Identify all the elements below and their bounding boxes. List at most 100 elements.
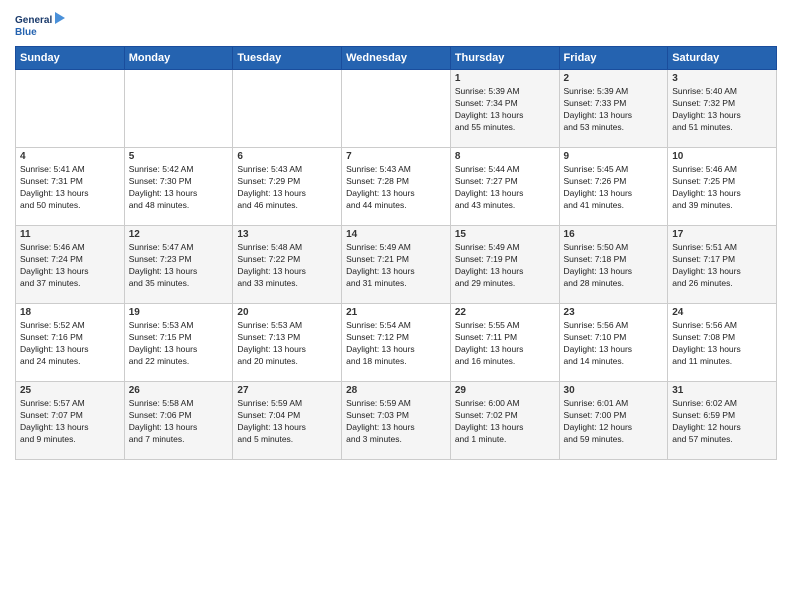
calendar-cell [124,70,233,148]
calendar-cell: 14 Sunrise: 5:49 AM Sunset: 7:21 PM Dayli… [342,226,451,304]
day-number: 18 [20,307,120,318]
day-number: 14 [346,229,446,240]
day-header-wednesday: Wednesday [342,47,451,70]
svg-text:General: General [15,15,52,26]
day-number: 16 [564,229,664,240]
cell-info: Sunrise: 5:49 AM Sunset: 7:19 PM Dayligh… [455,242,555,290]
calendar-cell: 20 Sunrise: 5:53 AM Sunset: 7:13 PM Dayli… [233,304,342,382]
calendar-cell: 5 Sunrise: 5:42 AM Sunset: 7:30 PM Daylig… [124,148,233,226]
calendar-cell: 16Sunrise: 5:50 AM Sunset: 7:18 PM Dayli… [559,226,668,304]
cell-info: Sunrise: 6:01 AM Sunset: 7:00 PM Dayligh… [564,398,664,446]
day-number: 13 [237,229,337,240]
calendar-cell [16,70,125,148]
calendar-container: General Blue SundayMondayTuesdayWednesda… [0,0,792,465]
day-number: 31 [672,385,772,396]
calendar-cell: 8Sunrise: 5:44 AM Sunset: 7:27 PM Daylig… [450,148,559,226]
day-header-friday: Friday [559,47,668,70]
calendar-cell: 9 Sunrise: 5:45 AM Sunset: 7:26 PM Daylig… [559,148,668,226]
cell-info: Sunrise: 5:42 AM Sunset: 7:30 PM Dayligh… [129,164,229,212]
week-row-5: 25 Sunrise: 5:57 AM Sunset: 7:07 PM Dayli… [16,382,777,460]
calendar-cell: 3Sunrise: 5:40 AM Sunset: 7:32 PM Daylig… [668,70,777,148]
calendar-cell: 23Sunrise: 5:56 AM Sunset: 7:10 PM Dayli… [559,304,668,382]
day-number: 10 [672,151,772,162]
day-number: 15 [455,229,555,240]
cell-info: Sunrise: 5:39 AM Sunset: 7:33 PM Dayligh… [564,86,664,134]
cell-info: Sunrise: 5:41 AM Sunset: 7:31 PM Dayligh… [20,164,120,212]
calendar-cell: 12 Sunrise: 5:47 AM Sunset: 7:23 PM Dayli… [124,226,233,304]
calendar-cell: 31Sunrise: 6:02 AM Sunset: 6:59 PM Dayli… [668,382,777,460]
calendar-cell: 18 Sunrise: 5:52 AM Sunset: 7:16 PM Dayli… [16,304,125,382]
calendar-body: 1Sunrise: 5:39 AM Sunset: 7:34 PM Daylig… [16,70,777,460]
cell-info: Sunrise: 5:57 AM Sunset: 7:07 PM Dayligh… [20,398,120,446]
svg-text:Blue: Blue [15,27,37,38]
day-number: 29 [455,385,555,396]
day-number: 20 [237,307,337,318]
calendar-cell [233,70,342,148]
cell-info: Sunrise: 5:46 AM Sunset: 7:25 PM Dayligh… [672,164,772,212]
calendar-cell: 13 Sunrise: 5:48 AM Sunset: 7:22 PM Dayli… [233,226,342,304]
day-number: 26 [129,385,229,396]
day-header-tuesday: Tuesday [233,47,342,70]
week-row-2: 4 Sunrise: 5:41 AM Sunset: 7:31 PM Daylig… [16,148,777,226]
day-header-sunday: Sunday [16,47,125,70]
cell-info: Sunrise: 5:39 AM Sunset: 7:34 PM Dayligh… [455,86,555,134]
day-number: 19 [129,307,229,318]
cell-info: Sunrise: 5:47 AM Sunset: 7:23 PM Dayligh… [129,242,229,290]
day-number: 4 [20,151,120,162]
day-number: 2 [564,73,664,84]
calendar-cell [342,70,451,148]
calendar-cell: 1Sunrise: 5:39 AM Sunset: 7:34 PM Daylig… [450,70,559,148]
day-number: 11 [20,229,120,240]
day-number: 21 [346,307,446,318]
calendar-cell: 11Sunrise: 5:46 AM Sunset: 7:24 PM Dayli… [16,226,125,304]
day-number: 9 [564,151,664,162]
week-row-1: 1Sunrise: 5:39 AM Sunset: 7:34 PM Daylig… [16,70,777,148]
calendar-cell: 15 Sunrise: 5:49 AM Sunset: 7:19 PM Dayli… [450,226,559,304]
calendar-cell: 30 Sunrise: 6:01 AM Sunset: 7:00 PM Dayli… [559,382,668,460]
calendar-cell: 10 Sunrise: 5:46 AM Sunset: 7:25 PM Dayli… [668,148,777,226]
calendar-cell: 21 Sunrise: 5:54 AM Sunset: 7:12 PM Dayli… [342,304,451,382]
calendar-cell: 6 Sunrise: 5:43 AM Sunset: 7:29 PM Daylig… [233,148,342,226]
cell-info: Sunrise: 5:48 AM Sunset: 7:22 PM Dayligh… [237,242,337,290]
logo-svg: General Blue [15,10,65,42]
days-header-row: SundayMondayTuesdayWednesdayThursdayFrid… [16,47,777,70]
header: General Blue [15,10,777,42]
cell-info: Sunrise: 5:59 AM Sunset: 7:04 PM Dayligh… [237,398,337,446]
day-number: 8 [455,151,555,162]
day-header-monday: Monday [124,47,233,70]
cell-info: Sunrise: 5:55 AM Sunset: 7:11 PM Dayligh… [455,320,555,368]
calendar-cell: 29 Sunrise: 6:00 AM Sunset: 7:02 PM Dayli… [450,382,559,460]
day-header-thursday: Thursday [450,47,559,70]
week-row-4: 18 Sunrise: 5:52 AM Sunset: 7:16 PM Dayli… [16,304,777,382]
cell-info: Sunrise: 5:53 AM Sunset: 7:15 PM Dayligh… [129,320,229,368]
cell-info: Sunrise: 5:49 AM Sunset: 7:21 PM Dayligh… [346,242,446,290]
cell-info: Sunrise: 5:45 AM Sunset: 7:26 PM Dayligh… [564,164,664,212]
day-number: 23 [564,307,664,318]
logo: General Blue [15,10,65,42]
day-number: 6 [237,151,337,162]
calendar-cell: 22Sunrise: 5:55 AM Sunset: 7:11 PM Dayli… [450,304,559,382]
day-header-saturday: Saturday [668,47,777,70]
calendar-cell: 24Sunrise: 5:56 AM Sunset: 7:08 PM Dayli… [668,304,777,382]
cell-info: Sunrise: 5:51 AM Sunset: 7:17 PM Dayligh… [672,242,772,290]
calendar-cell: 7 Sunrise: 5:43 AM Sunset: 7:28 PM Daylig… [342,148,451,226]
cell-info: Sunrise: 5:40 AM Sunset: 7:32 PM Dayligh… [672,86,772,134]
calendar-cell: 2 Sunrise: 5:39 AM Sunset: 7:33 PM Daylig… [559,70,668,148]
calendar-cell: 17Sunrise: 5:51 AM Sunset: 7:17 PM Dayli… [668,226,777,304]
calendar-cell: 27Sunrise: 5:59 AM Sunset: 7:04 PM Dayli… [233,382,342,460]
calendar-table: SundayMondayTuesdayWednesdayThursdayFrid… [15,46,777,460]
cell-info: Sunrise: 5:53 AM Sunset: 7:13 PM Dayligh… [237,320,337,368]
day-number: 12 [129,229,229,240]
cell-info: Sunrise: 5:52 AM Sunset: 7:16 PM Dayligh… [20,320,120,368]
calendar-cell: 26 Sunrise: 5:58 AM Sunset: 7:06 PM Dayli… [124,382,233,460]
cell-info: Sunrise: 5:43 AM Sunset: 7:28 PM Dayligh… [346,164,446,212]
cell-info: Sunrise: 5:43 AM Sunset: 7:29 PM Dayligh… [237,164,337,212]
cell-info: Sunrise: 5:58 AM Sunset: 7:06 PM Dayligh… [129,398,229,446]
cell-info: Sunrise: 5:59 AM Sunset: 7:03 PM Dayligh… [346,398,446,446]
day-number: 25 [20,385,120,396]
day-number: 30 [564,385,664,396]
cell-info: Sunrise: 6:00 AM Sunset: 7:02 PM Dayligh… [455,398,555,446]
day-number: 5 [129,151,229,162]
cell-info: Sunrise: 5:54 AM Sunset: 7:12 PM Dayligh… [346,320,446,368]
day-number: 7 [346,151,446,162]
